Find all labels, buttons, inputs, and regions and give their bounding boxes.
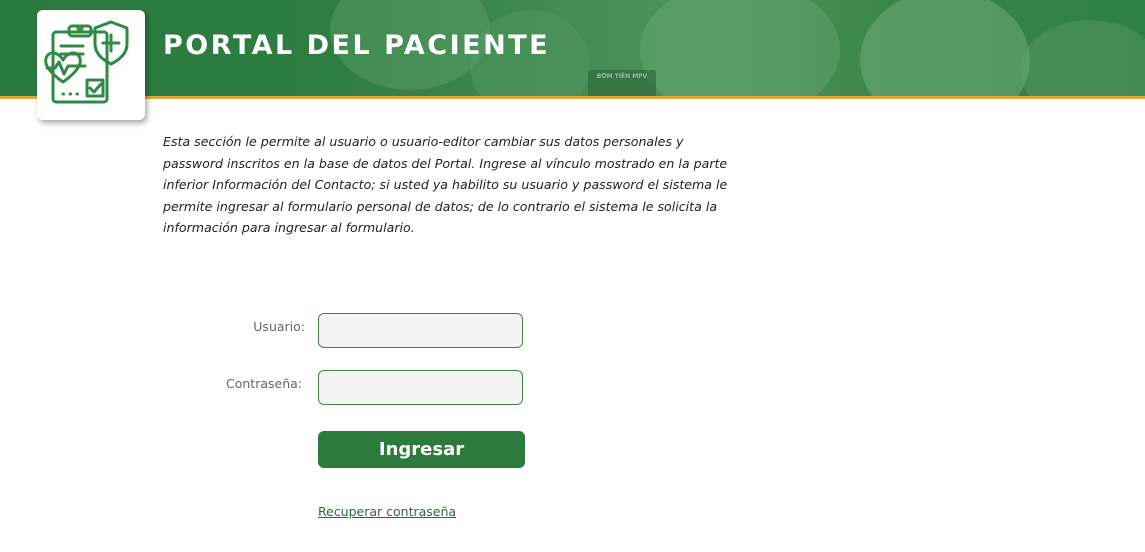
intro-description: Esta sección le permite al usuario o usu… <box>163 134 728 235</box>
logo <box>37 10 145 120</box>
recover-password-link[interactable]: Recuperar contraseña <box>318 504 456 519</box>
banner-photo-shape <box>860 0 1030 96</box>
password-input[interactable] <box>318 370 523 405</box>
password-label: Contraseña: <box>226 376 302 391</box>
banner-background-sign: BƠM TIÊN MPV <box>588 70 656 96</box>
banner-photo-shape <box>640 0 840 96</box>
header-banner: BƠM TIÊN MPV PORTAL DEL PACIENTE <box>0 0 1145 96</box>
username-label: Usuario: <box>253 319 305 334</box>
page-title: PORTAL DEL PACIENTE <box>163 30 551 61</box>
banner-photo-shape <box>1020 20 1145 96</box>
login-button[interactable]: Ingresar <box>318 431 525 468</box>
username-input[interactable] <box>318 313 523 348</box>
banner-accent-line <box>0 96 1145 99</box>
medical-record-heart-shield-icon <box>44 20 129 104</box>
